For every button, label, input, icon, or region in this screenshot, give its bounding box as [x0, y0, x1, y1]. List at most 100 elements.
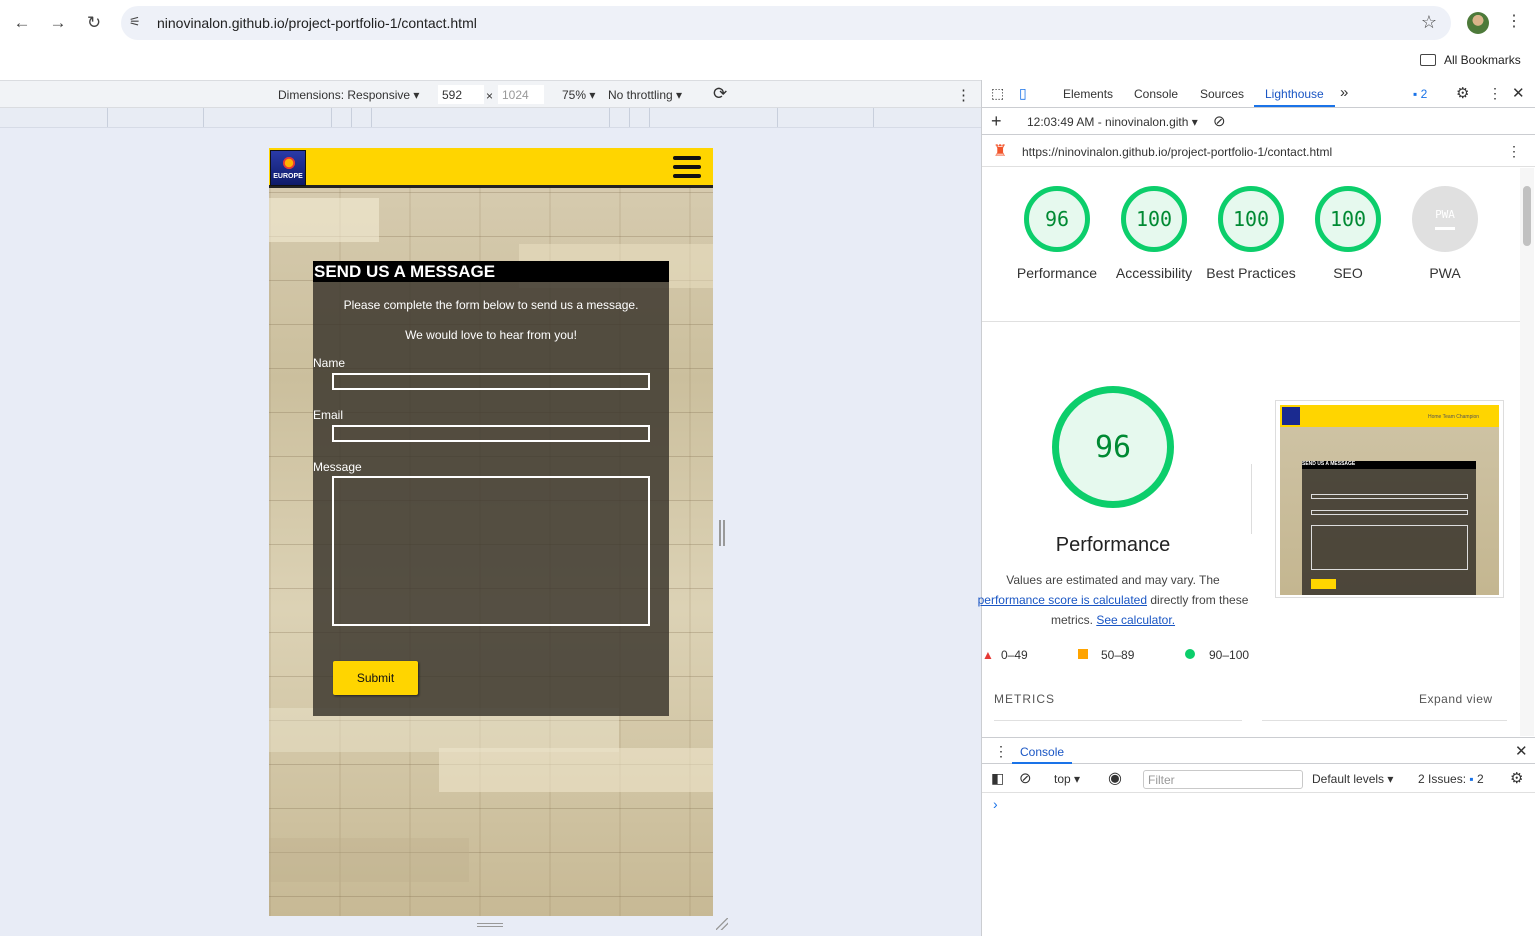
more-tabs-icon[interactable]: » — [1340, 84, 1348, 101]
see-calculator-link[interactable]: See calculator. — [1096, 613, 1175, 627]
score-calculated-link[interactable]: performance score is calculated — [978, 593, 1147, 607]
europe-logo[interactable]: EUROPE — [270, 150, 306, 186]
average-square-icon — [1078, 649, 1088, 659]
device-toolbar: Dimensions: Responsive ▾ 592 × 1024 75% … — [0, 80, 981, 108]
width-input[interactable]: 592 — [438, 85, 484, 104]
tab-elements[interactable]: Elements — [1063, 87, 1113, 101]
page-screenshot-thumbnail[interactable]: Home Team Champion SEND US A MESSAGE — [1275, 400, 1504, 598]
zoom-select[interactable]: 75% ▾ — [562, 88, 595, 102]
all-bookmarks-button[interactable]: All Bookmarks — [1420, 51, 1521, 69]
device-options-icon[interactable]: ⋮ — [956, 86, 971, 104]
log-levels-select[interactable]: Default levels ▾ — [1312, 772, 1393, 786]
emulated-page: EUROPE SEND US A MESSAGE Please complete… — [269, 148, 713, 916]
address-bar[interactable]: ⚟ ninovinalon.github.io/project-portfoli… — [121, 6, 1451, 40]
report-url[interactable]: https://ninovinalon.github.io/project-po… — [1022, 145, 1332, 159]
site-header: EUROPE — [269, 148, 713, 188]
profile-avatar[interactable] — [1467, 12, 1489, 34]
sidebar-toggle-icon[interactable]: ◧ — [991, 770, 1004, 787]
issues-badge[interactable]: ▪ 2 — [1413, 87, 1427, 101]
viewport-resize-handle[interactable] — [719, 520, 725, 546]
expand-view-toggle[interactable]: Expand view — [1419, 692, 1493, 706]
performance-big-gauge: 96 — [1052, 386, 1174, 508]
contact-form: SEND US A MESSAGE Please complete the fo… — [313, 261, 669, 716]
lighthouse-toolbar: + 12:03:49 AM - ninovinalon.gith ▾ ⊘ — [982, 109, 1535, 135]
console-toolbar: ◧ ⊘ top ▾ ◉ Filter Default levels ▾ 2 Is… — [982, 765, 1535, 793]
browser-menu-icon[interactable]: ⋮ — [1506, 11, 1522, 31]
gauge-pwa[interactable]: PWA PWA — [1412, 186, 1478, 283]
close-devtools-icon[interactable]: ✕ — [1512, 84, 1525, 102]
submit-button[interactable]: Submit — [333, 661, 418, 695]
forward-icon[interactable]: → — [46, 11, 70, 35]
report-select[interactable]: 12:03:49 AM - ninovinalon.gith ▾ — [1027, 115, 1198, 129]
dimensions-select[interactable]: Dimensions: Responsive ▾ — [278, 88, 419, 102]
browser-toolbar: ← → ↻ ⚟ ninovinalon.github.io/project-po… — [0, 0, 1535, 46]
performance-section: 96 Performance Values are estimated and … — [978, 380, 1520, 730]
console-prompt[interactable]: › — [993, 796, 998, 812]
viewport-corner-resize[interactable] — [716, 918, 728, 930]
legend-fail: 0–49 — [1001, 648, 1028, 662]
report-menu-icon[interactable]: ⋮ — [1507, 143, 1521, 160]
form-intro-1: Please complete the form below to send u… — [343, 298, 639, 312]
close-drawer-icon[interactable]: ✕ — [1515, 742, 1528, 760]
name-field[interactable] — [332, 373, 650, 390]
console-issues-button[interactable]: 2 Issues: ▪ 2 — [1418, 772, 1484, 786]
message-textarea[interactable] — [332, 476, 650, 626]
devtools-menu-icon[interactable]: ⋮ — [1488, 85, 1502, 102]
score-summary: 96 Performance 100 Accessibility 100 Best P… — [982, 168, 1520, 322]
gauge-performance[interactable]: 96 Performance — [1017, 186, 1097, 283]
console-drawer: ⋮ Console ✕ ◧ ⊘ top ▾ ◉ Filter Default l… — [982, 737, 1535, 936]
tab-console[interactable]: Console — [1134, 87, 1178, 101]
context-select[interactable]: top ▾ — [1054, 772, 1080, 786]
new-report-icon[interactable]: + — [991, 111, 1002, 132]
folder-icon — [1420, 54, 1436, 66]
fail-triangle-icon: ▲ — [982, 648, 994, 662]
back-icon[interactable]: ← — [10, 11, 34, 35]
gauge-seo[interactable]: 100 SEO — [1315, 186, 1381, 283]
drawer-menu-icon[interactable]: ⋮ — [994, 743, 1008, 760]
tab-sources[interactable]: Sources — [1200, 87, 1244, 101]
throttling-select[interactable]: No throttling ▾ — [608, 88, 682, 102]
legend-average: 50–89 — [1101, 648, 1135, 662]
lighthouse-url-bar: ♜ https://ninovinalon.github.io/project-… — [982, 136, 1535, 167]
email-field[interactable] — [332, 425, 650, 442]
console-settings-gear-icon[interactable]: ⚙ — [1510, 769, 1523, 787]
rotate-icon[interactable]: ⟳ — [713, 84, 727, 104]
media-query-ruler[interactable] — [0, 108, 981, 128]
hamburger-menu-icon[interactable] — [673, 156, 701, 180]
height-input[interactable]: 1024 — [498, 85, 544, 104]
name-label: Name — [313, 356, 346, 370]
gauge-accessibility[interactable]: 100 Accessibility — [1116, 186, 1192, 283]
gauge-best-practices[interactable]: 100 Best Practices — [1206, 186, 1296, 283]
console-filter-input[interactable]: Filter — [1143, 770, 1303, 789]
pass-circle-icon — [1185, 649, 1195, 659]
all-bookmarks-label: All Bookmarks — [1444, 53, 1521, 67]
site-info-icon[interactable]: ⚟ — [129, 14, 141, 30]
thumbnail-title: SEND US A MESSAGE — [1302, 461, 1476, 469]
reload-icon[interactable]: ↻ — [82, 11, 106, 35]
dimensions-separator: × — [486, 89, 494, 103]
clear-report-icon[interactable]: ⊘ — [1213, 112, 1226, 130]
report-scrollbar[interactable] — [1520, 168, 1534, 736]
devtools-tabbar: ⬚ ▯ Elements Console Sources Lighthouse … — [982, 80, 1535, 108]
device-toggle-icon[interactable]: ▯ — [1019, 85, 1027, 102]
clear-console-icon[interactable]: ⊘ — [1019, 769, 1032, 787]
performance-title: Performance — [1055, 534, 1171, 556]
devtools-panel: ⬚ ▯ Elements Console Sources Lighthouse … — [978, 80, 1535, 936]
form-intro-2: We would love to hear from you! — [405, 328, 577, 342]
thumbnail-nav: Home Team Champion — [1428, 414, 1480, 420]
drawer-tab-console[interactable]: Console — [1020, 745, 1064, 759]
settings-gear-icon[interactable]: ⚙ — [1456, 84, 1469, 102]
email-label: Email — [313, 408, 344, 422]
inspect-element-icon[interactable]: ⬚ — [991, 85, 1004, 102]
performance-note: Values are estimated and may vary. The p… — [977, 573, 1249, 627]
metrics-heading: METRICS — [994, 692, 1055, 706]
form-title: SEND US A MESSAGE — [313, 261, 669, 282]
tab-lighthouse[interactable]: Lighthouse — [1265, 87, 1324, 101]
legend-pass: 90–100 — [1209, 648, 1250, 662]
viewport-bottom-handle[interactable] — [477, 923, 503, 927]
address-url[interactable]: ninovinalon.github.io/project-portfolio-… — [157, 15, 477, 31]
message-label: Message — [313, 460, 362, 474]
live-expression-eye-icon[interactable]: ◉ — [1108, 768, 1122, 788]
bookmark-star-icon[interactable]: ☆ — [1421, 12, 1437, 33]
lighthouse-icon: ♜ — [993, 143, 1008, 160]
